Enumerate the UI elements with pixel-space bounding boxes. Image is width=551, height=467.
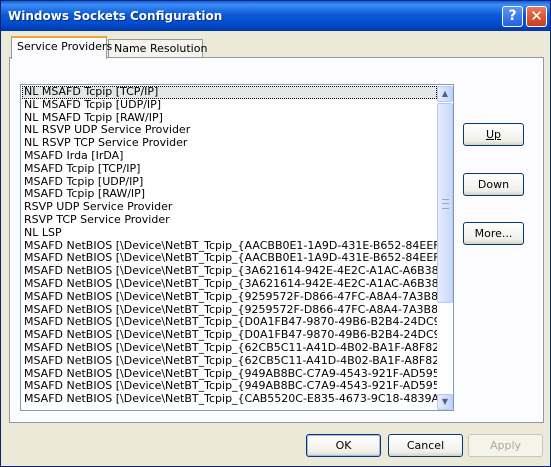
list-item[interactable]: MSAFD NetBIOS [\Device\NetBT_Tcpip_{949A… <box>22 380 437 393</box>
list-item[interactable]: MSAFD Tcpip [RAW/IP] <box>22 188 437 201</box>
list-item[interactable]: MSAFD NetBIOS [\Device\NetBT_Tcpip_{AACB… <box>22 240 437 253</box>
list-item[interactable]: RSVP UDP Service Provider <box>22 201 437 214</box>
more-button[interactable]: More... <box>463 222 524 245</box>
list-item[interactable]: MSAFD NetBIOS [\Device\NetBT_Tcpip_{D0A1… <box>22 316 437 329</box>
title-bar[interactable]: Windows Sockets Configuration ? ✕ <box>1 1 550 31</box>
list-item[interactable]: NL MSAFD Tcpip [UDP/IP] <box>22 99 437 112</box>
scroll-thumb[interactable] <box>437 103 453 303</box>
down-button[interactable]: Down <box>463 173 524 196</box>
provider-listbox[interactable]: NL MSAFD Tcpip [TCP/IP] NL MSAFD Tcpip [U… <box>20 84 454 411</box>
list-item[interactable]: MSAFD NetBIOS [\Device\NetBT_Tcpip_{62CB… <box>22 355 437 368</box>
ok-button[interactable]: OK <box>306 434 381 457</box>
provider-list: NL MSAFD Tcpip [TCP/IP] NL MSAFD Tcpip [U… <box>22 86 437 410</box>
list-item[interactable]: MSAFD Tcpip [UDP/IP] <box>22 176 437 189</box>
scroll-up-icon: ▲ <box>441 89 449 98</box>
close-button[interactable]: ✕ <box>526 6 547 27</box>
tab-service-providers[interactable]: Service Providers <box>11 36 112 59</box>
list-item[interactable]: MSAFD NetBIOS [\Device\NetBT_Tcpip_{949A… <box>22 368 437 381</box>
cancel-button[interactable]: Cancel <box>388 434 463 457</box>
list-item[interactable]: MSAFD NetBIOS [\Device\NetBT_Tcpip_{AACB… <box>22 252 437 265</box>
list-item[interactable]: MSAFD NetBIOS [\Device\NetBT_Tcpip_{3A62… <box>22 278 437 291</box>
up-button[interactable]: Up <box>463 123 524 146</box>
dialog-window: Windows Sockets Configuration ? ✕ Servic… <box>0 0 551 467</box>
close-icon: ✕ <box>530 7 543 25</box>
tab-label: Name Resolution <box>114 42 208 55</box>
list-item[interactable]: NL RSVP TCP Service Provider <box>22 137 437 150</box>
list-item[interactable]: MSAFD NetBIOS [\Device\NetBT_Tcpip_{D0A1… <box>22 329 437 342</box>
list-item[interactable]: MSAFD Irda [IrDA] <box>22 150 437 163</box>
list-item[interactable]: RSVP TCP Service Provider <box>22 214 437 227</box>
grip-icon <box>442 199 449 209</box>
down-button-label: Down <box>477 178 510 191</box>
help-button[interactable]: ? <box>502 6 523 27</box>
tab-label: Service Providers <box>17 40 113 53</box>
list-item[interactable]: MSAFD NetBIOS [\Device\NetBT_Tcpip_{CAB5… <box>22 393 437 406</box>
list-item[interactable]: MSAFD NetBIOS [\Device\NetBT_Tcpip_{9259… <box>22 291 437 304</box>
up-button-label: Up <box>485 128 502 141</box>
tab-name-resolution[interactable]: Name Resolution <box>108 39 207 59</box>
scroll-down-icon: ▼ <box>441 397 449 406</box>
list-item[interactable]: NL RSVP UDP Service Provider <box>22 124 437 137</box>
list-item[interactable]: MSAFD NetBIOS [\Device\NetBT_Tcpip_{9259… <box>22 304 437 317</box>
list-item[interactable]: NL MSAFD Tcpip [RAW/IP] <box>22 112 437 125</box>
scroll-down-button[interactable]: ▼ <box>437 394 453 410</box>
more-button-label: More... <box>474 227 513 240</box>
window-title: Windows Sockets Configuration <box>8 9 223 23</box>
scroll-up-button[interactable]: ▲ <box>437 86 453 102</box>
list-item[interactable]: NL LSP <box>22 227 437 240</box>
list-item[interactable]: NL MSAFD Tcpip [TCP/IP] <box>22 86 437 99</box>
apply-button[interactable]: Apply <box>468 434 543 457</box>
list-item[interactable]: MSAFD NetBIOS [\Device\NetBT_Tcpip_{62CB… <box>22 342 437 355</box>
list-item[interactable]: MSAFD NetBIOS [\Device\NetBT_Tcpip_{3A62… <box>22 265 437 278</box>
vertical-scrollbar[interactable]: ▲ ▼ <box>437 86 453 410</box>
help-icon: ? <box>508 8 517 24</box>
cancel-button-label: Cancel <box>406 439 445 452</box>
apply-button-label: Apply <box>489 439 522 452</box>
list-item[interactable]: MSAFD Tcpip [TCP/IP] <box>22 163 437 176</box>
ok-button-label: OK <box>335 439 352 452</box>
